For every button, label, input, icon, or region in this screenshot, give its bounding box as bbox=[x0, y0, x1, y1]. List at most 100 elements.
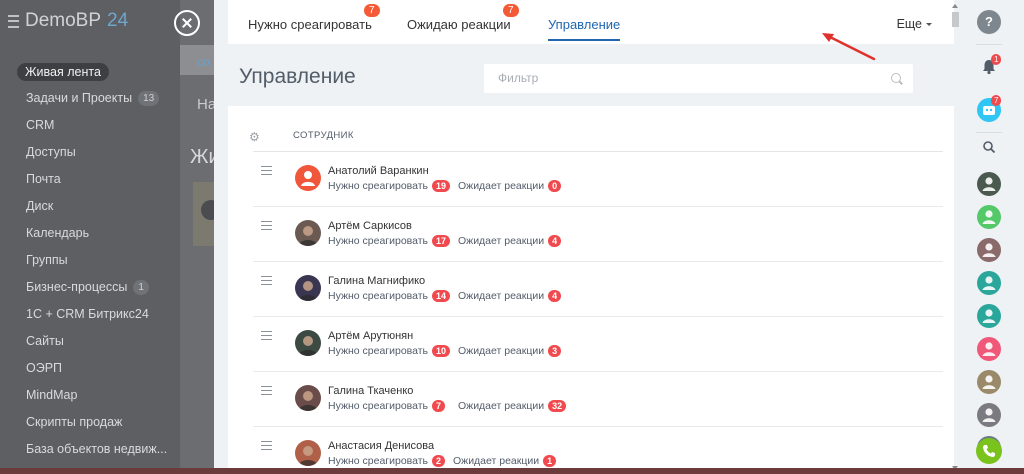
sidebar-item[interactable]: MindMap bbox=[17, 382, 167, 409]
sidebar-item-label: Почта bbox=[26, 172, 61, 186]
need-react-label: Нужно среагировать bbox=[328, 290, 429, 302]
chat-bot-icon[interactable]: 7 bbox=[977, 95, 1002, 122]
sidebar-item-label: Бизнес-процессы bbox=[26, 280, 128, 294]
need-react-count[interactable]: 17 bbox=[432, 235, 451, 247]
employee-name[interactable]: Артём Саркисов bbox=[328, 220, 412, 232]
table-row[interactable]: Анастасия Денисова Нужно среагировать 2 Ожи… bbox=[253, 427, 943, 474]
scroll-up-icon[interactable] bbox=[952, 4, 958, 8]
drag-handle-icon[interactable] bbox=[261, 386, 272, 395]
sidebar-item[interactable]: CRM bbox=[17, 112, 167, 139]
need-react-count[interactable]: 2 bbox=[432, 455, 446, 467]
waiting-reaction-count[interactable]: 3 bbox=[548, 345, 562, 357]
search-icon[interactable] bbox=[977, 135, 1001, 159]
drag-handle-icon[interactable] bbox=[261, 221, 272, 230]
table-row[interactable]: Анатолий Варанкин Нужно среагировать 19 Ожи… bbox=[253, 152, 943, 207]
contact-avatar[interactable] bbox=[977, 403, 1001, 427]
sidebar-item[interactable]: Задачи и Проекты 13 bbox=[17, 85, 167, 112]
help-icon[interactable]: ? bbox=[977, 10, 1001, 34]
contact-avatar[interactable] bbox=[977, 370, 1001, 394]
sidebar-item[interactable]: 1С + CRM Битрикс24 bbox=[17, 301, 167, 328]
waiting-reaction-count[interactable]: 4 bbox=[548, 290, 562, 302]
need-react-label: Нужно среагировать bbox=[328, 235, 429, 247]
waiting-reaction-stat: Ожидает реакции 4 bbox=[458, 235, 562, 247]
table-row[interactable]: Артём Саркисов Нужно среагировать 17 Ожидае… bbox=[253, 207, 943, 262]
sidebar-item[interactable]: Диск bbox=[17, 193, 167, 220]
background-post bbox=[193, 182, 221, 246]
need-react-count[interactable]: 10 bbox=[432, 345, 451, 357]
filter-input[interactable] bbox=[496, 70, 880, 86]
more-dropdown[interactable]: Еще bbox=[897, 17, 932, 31]
panel-scrollbar[interactable] bbox=[949, 4, 961, 470]
contact-avatar[interactable] bbox=[977, 238, 1001, 262]
employee-name[interactable]: Анастасия Денисова bbox=[328, 440, 434, 452]
need-react-count[interactable]: 14 bbox=[432, 290, 451, 302]
drag-handle-icon[interactable] bbox=[261, 166, 272, 175]
sidebar-item-label: ОЭРП bbox=[26, 361, 63, 375]
table-row[interactable]: Галина Магнифико Нужно среагировать 14 Ожид… bbox=[253, 262, 943, 317]
sidebar-item[interactable]: Почта bbox=[17, 166, 167, 193]
menu-icon[interactable] bbox=[8, 14, 19, 28]
waiting-reaction-count[interactable]: 1 bbox=[543, 455, 557, 467]
tab-management[interactable]: Управление bbox=[548, 17, 621, 41]
sidebar-item[interactable]: Доступы bbox=[17, 139, 167, 166]
drag-handle-icon[interactable] bbox=[261, 276, 272, 285]
need-react-count[interactable]: 7 bbox=[432, 400, 446, 412]
employee-name[interactable]: Галина Магнифико bbox=[328, 275, 425, 287]
waiting-reaction-count[interactable]: 32 bbox=[548, 400, 567, 412]
sidebar-item[interactable]: Бизнес-процессы 1 bbox=[17, 274, 167, 301]
avatar[interactable] bbox=[295, 165, 321, 191]
sidebar-item[interactable]: Скрипты продаж bbox=[17, 409, 167, 436]
avatar[interactable] bbox=[295, 440, 321, 466]
waiting-reaction-stat: Ожидает реакции 3 bbox=[458, 345, 562, 357]
tab-waiting-reaction[interactable]: Ожидаю реакции 7 bbox=[407, 4, 519, 32]
table-row[interactable]: Галина Ткаченко Нужно среагировать 7 Ожидае… bbox=[253, 372, 943, 427]
sidebar-item[interactable]: Календарь bbox=[17, 220, 167, 247]
contact-avatar[interactable] bbox=[977, 271, 1001, 295]
contact-avatar[interactable] bbox=[977, 172, 1001, 196]
avatar[interactable] bbox=[295, 220, 321, 246]
sidebar-item-label: Сайты bbox=[26, 334, 64, 348]
search-icon[interactable] bbox=[891, 73, 901, 83]
sidebar-item[interactable]: Живая лента bbox=[17, 58, 167, 85]
sidebar-item-label: Календарь bbox=[26, 226, 90, 240]
employee-name[interactable]: Анатолий Варанкин bbox=[328, 165, 429, 177]
sidebar-item[interactable]: ОЭРП bbox=[17, 355, 167, 382]
drag-handle-icon[interactable] bbox=[261, 441, 272, 450]
taskbar-strip bbox=[0, 468, 1024, 474]
need-react-stat: Нужно среагировать 2 bbox=[328, 455, 446, 467]
employee-list: Анатолий Варанкин Нужно среагировать 19 Ожи… bbox=[253, 152, 943, 474]
sidebar-item[interactable]: Группы bbox=[17, 247, 167, 274]
gear-icon[interactable]: ⚙ bbox=[249, 130, 260, 144]
sidebar-item[interactable]: Сайты bbox=[17, 328, 167, 355]
tab-need-react[interactable]: Нужно среагировать 7 bbox=[248, 4, 380, 32]
waiting-reaction-label: Ожидает реакции bbox=[458, 290, 545, 302]
scroll-thumb[interactable] bbox=[952, 12, 959, 27]
contact-avatar[interactable] bbox=[977, 205, 1001, 229]
avatar[interactable] bbox=[295, 330, 321, 356]
background-page: со На Жи bbox=[180, 0, 221, 474]
waiting-reaction-count[interactable]: 4 bbox=[548, 235, 562, 247]
waiting-reaction-count[interactable]: 0 bbox=[548, 180, 562, 192]
logo[interactable]: DemoBP 24 bbox=[8, 10, 128, 32]
waiting-reaction-label: Ожидает реакции bbox=[458, 400, 545, 412]
notifications-bell-icon[interactable]: 1 bbox=[977, 54, 1002, 79]
drag-handle-icon[interactable] bbox=[261, 331, 272, 340]
sidebar-item[interactable]: База объектов недвиж... bbox=[17, 436, 167, 463]
contact-avatar[interactable] bbox=[977, 304, 1001, 328]
avatar[interactable] bbox=[295, 385, 321, 411]
sidebar-item-label: Живая лента bbox=[17, 62, 109, 81]
tab-badge: 7 bbox=[503, 4, 519, 17]
phone-icon[interactable] bbox=[976, 438, 1002, 464]
waiting-reaction-stat: Ожидает реакции 1 bbox=[453, 455, 557, 467]
need-react-count[interactable]: 19 bbox=[432, 180, 451, 192]
filter-box[interactable] bbox=[484, 64, 913, 93]
close-slider-button[interactable] bbox=[174, 10, 200, 36]
table-row[interactable]: Артём Арутюнян Нужно среагировать 10 Ожидае… bbox=[253, 317, 943, 372]
employee-name[interactable]: Артём Арутюнян bbox=[328, 330, 413, 342]
contact-avatar[interactable] bbox=[977, 337, 1001, 361]
divider bbox=[976, 132, 1002, 133]
waiting-reaction-label: Ожидает реакции bbox=[458, 235, 545, 247]
employee-name[interactable]: Галина Ткаченко bbox=[328, 385, 413, 397]
avatar[interactable] bbox=[295, 275, 321, 301]
sidebar-item-label: Задачи и Проекты bbox=[26, 91, 133, 105]
